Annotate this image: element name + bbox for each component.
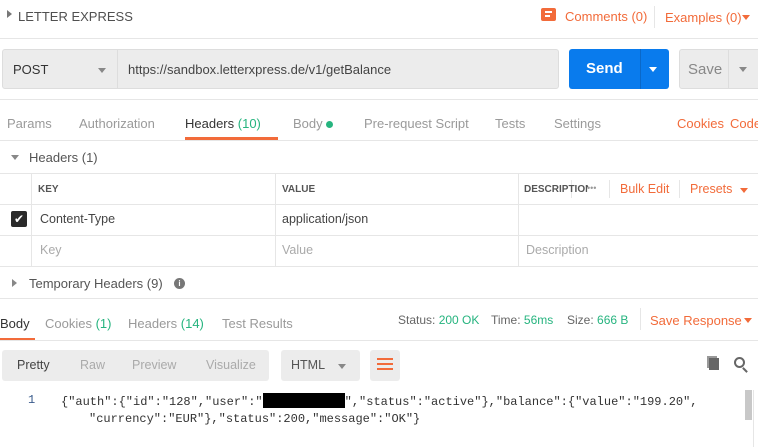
response-code[interactable]: {"auth":{"id":"128","user":" ","status":"…: [61, 393, 698, 428]
tab-headers[interactable]: Headers (10): [185, 116, 261, 131]
collapse-icon[interactable]: [11, 155, 19, 160]
tab-authorization[interactable]: Authorization: [79, 116, 155, 131]
chevron-down-icon[interactable]: [739, 67, 747, 72]
body-indicator-dot: [326, 121, 334, 128]
chevron-down-icon[interactable]: [744, 318, 752, 323]
copy-icon[interactable]: [709, 358, 719, 370]
chevron-down-icon: [98, 68, 106, 73]
column-description: DESCRIPTION: [524, 184, 588, 195]
url-input[interactable]: https://sandbox.letterxpress.de/v1/getBa…: [117, 49, 559, 89]
tab-body[interactable]: Body: [293, 116, 334, 131]
tab-tests[interactable]: Tests: [495, 116, 525, 131]
temporary-headers-toggle[interactable]: Temporary Headers (9): [29, 276, 163, 291]
comment-icon: [541, 8, 556, 21]
scrollbar[interactable]: [745, 390, 752, 420]
save-button[interactable]: Save: [679, 49, 758, 89]
presets-dropdown[interactable]: Presets: [690, 182, 732, 196]
header-key[interactable]: Content-Type: [40, 212, 115, 226]
pretty-button[interactable]: Pretty: [17, 358, 50, 372]
wrap-lines-button[interactable]: [370, 350, 400, 381]
bulk-edit-link[interactable]: Bulk Edit: [620, 182, 669, 196]
more-options-icon[interactable]: •••: [587, 183, 596, 193]
tab-prerequest-script[interactable]: Pre-request Script: [364, 116, 469, 131]
column-value: VALUE: [282, 184, 316, 195]
wrap-icon: [377, 358, 393, 360]
code-link[interactable]: Code: [730, 116, 758, 131]
collection-title: LETTER EXPRESS: [18, 9, 133, 24]
response-tab-test-results[interactable]: Test Results: [222, 316, 293, 331]
header-enabled-checkbox[interactable]: ✔: [11, 211, 27, 227]
format-select[interactable]: HTML: [281, 350, 360, 381]
new-description-input[interactable]: Description: [526, 243, 589, 257]
response-tab-cookies[interactable]: Cookies (1): [45, 316, 111, 331]
new-key-input[interactable]: Key: [40, 243, 62, 257]
response-tab-headers[interactable]: Headers (14): [128, 316, 204, 331]
save-response-button[interactable]: Save Response: [650, 313, 742, 328]
response-size: Size: 666 B: [567, 313, 629, 327]
examples-link[interactable]: Examples (0): [665, 10, 742, 25]
response-tab-body[interactable]: Body: [0, 316, 30, 331]
expand-arrow-icon[interactable]: [12, 279, 17, 287]
chevron-down-icon[interactable]: [742, 15, 750, 20]
raw-button[interactable]: Raw: [80, 358, 105, 372]
new-value-input[interactable]: Value: [282, 243, 313, 257]
cookies-link[interactable]: Cookies: [677, 116, 724, 131]
view-mode-group: Pretty Raw Preview Visualize: [2, 350, 269, 381]
info-icon: i: [174, 278, 185, 289]
preview-button[interactable]: Preview: [132, 358, 176, 372]
collapse-arrow-icon[interactable]: [7, 10, 12, 18]
chevron-down-icon[interactable]: [649, 67, 657, 72]
chevron-down-icon: [338, 364, 346, 369]
comments-link[interactable]: Comments (0): [565, 9, 647, 24]
tab-settings[interactable]: Settings: [554, 116, 601, 131]
response-time: Time: 56ms: [491, 313, 554, 327]
response-status: Status: 200 OK: [398, 313, 480, 327]
method-select[interactable]: POST: [2, 49, 118, 89]
redacted-user: [262, 393, 345, 408]
headers-section-title[interactable]: Headers (1): [29, 150, 98, 165]
send-button[interactable]: Send: [569, 49, 669, 89]
header-value[interactable]: application/json: [282, 212, 368, 226]
visualize-button[interactable]: Visualize: [206, 358, 256, 372]
tab-params[interactable]: Params: [7, 116, 52, 131]
column-key: KEY: [38, 184, 59, 195]
chevron-down-icon[interactable]: [740, 188, 748, 193]
line-number: 1: [28, 393, 36, 407]
